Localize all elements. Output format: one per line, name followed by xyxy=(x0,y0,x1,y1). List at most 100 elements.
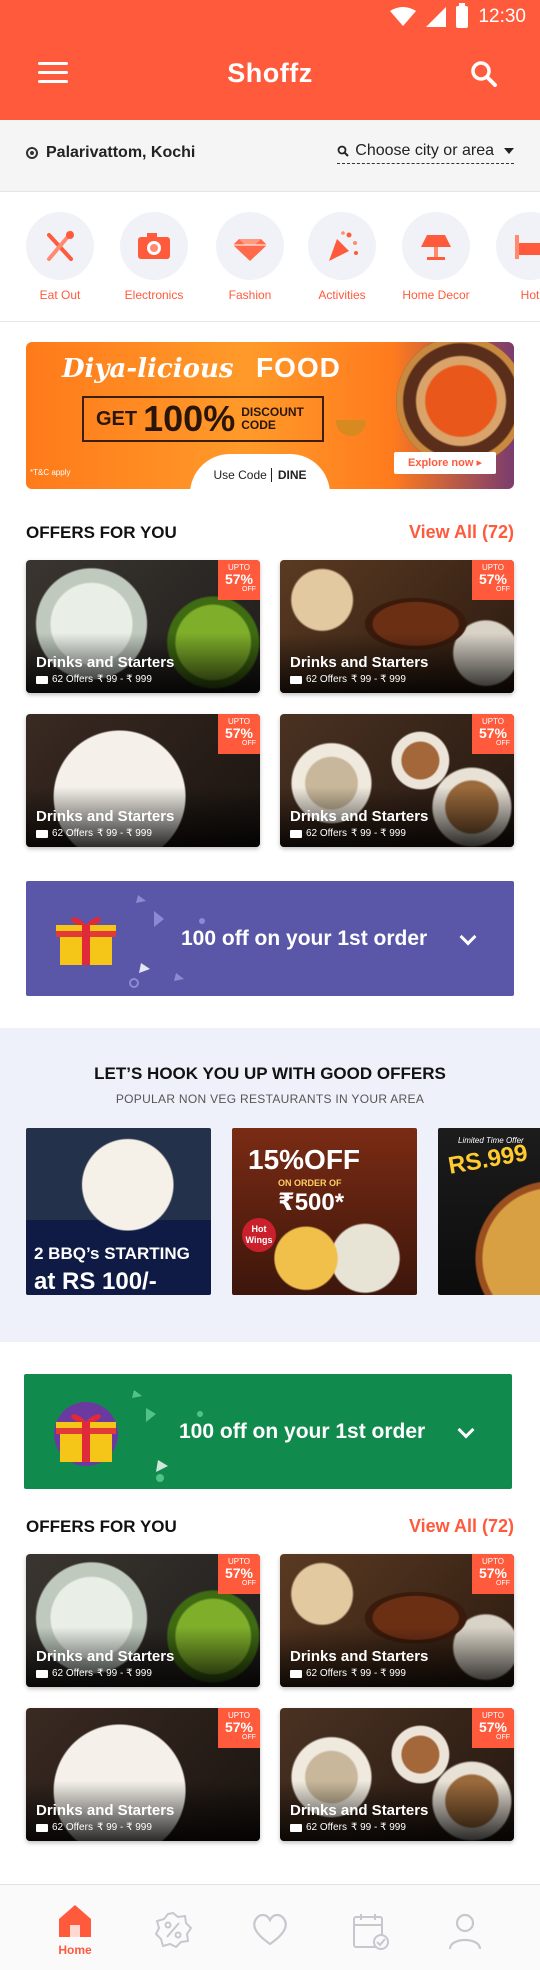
food-plate-image xyxy=(396,342,514,466)
category-label: Eat Out xyxy=(39,288,81,302)
discount-tag-percent: 57% xyxy=(224,725,254,741)
first-order-banner[interactable]: 100 off on your 1st order xyxy=(26,881,514,996)
category-home-decor[interactable]: Home Decor xyxy=(396,212,476,302)
pizza-price: RS.999 xyxy=(446,1139,530,1180)
first-order-banner[interactable]: 100 off on your 1st order xyxy=(24,1374,512,1489)
bbq-line1: 2 BBQ’s STARTING xyxy=(34,1244,190,1263)
app-header: 12:30 Shoffz xyxy=(0,0,540,120)
category-eat-out[interactable]: Eat Out xyxy=(20,212,100,302)
current-location[interactable]: Palarivattom, Kochi xyxy=(26,144,195,162)
hotwings-percent: 15%OFF xyxy=(248,1144,361,1175)
calendar-check-icon xyxy=(353,1914,389,1950)
ticket-icon xyxy=(290,675,302,684)
offer-price-range: ₹ 99 - ₹ 999 xyxy=(350,674,406,685)
discount-tag-percent: 57% xyxy=(224,571,254,587)
offer-price-range: ₹ 99 - ₹ 999 xyxy=(96,1822,152,1833)
discount-tag: UPTO 57% OFF xyxy=(472,560,514,600)
hotwings-logo-line1: Hot xyxy=(251,1224,267,1234)
offer-card[interactable]: UPTO 57% OFF Drinks and Starters 62 Offers ₹ … xyxy=(26,560,260,693)
current-location-label: Palarivattom, Kochi xyxy=(46,144,196,161)
category-label: Electronics xyxy=(124,288,184,302)
location-pin-icon xyxy=(26,147,38,159)
offer-count: 62 Offers xyxy=(52,1822,93,1833)
hook-subtitle: POPULAR NON VEG RESTAURANTS IN YOUR AREA xyxy=(115,1092,425,1106)
view-all-link[interactable]: View All (72) xyxy=(409,1516,514,1537)
fork-knife-icon xyxy=(47,231,74,261)
ticket-icon xyxy=(36,1823,48,1832)
nav-profile[interactable] xyxy=(440,1911,490,1951)
discount-tag-off: OFF xyxy=(242,586,256,593)
offer-card[interactable]: UPTO 57% OFF Drinks and Starters 62 Offers ₹ … xyxy=(26,1554,260,1687)
offer-price-range: ₹ 99 - ₹ 999 xyxy=(350,1822,406,1833)
offers-section-header: OFFERS FOR YOU View All (72) xyxy=(26,522,514,543)
nav-home[interactable]: Home xyxy=(50,1903,100,1957)
use-code-label: Use Code xyxy=(213,468,267,482)
discount-tag: UPTO 57% OFF xyxy=(218,1554,260,1594)
offer-count: 62 Offers xyxy=(52,674,93,685)
discount-tag-percent: 57% xyxy=(478,1565,508,1581)
offer-name: Drinks and Starters xyxy=(290,1802,429,1819)
ticket-icon xyxy=(36,675,48,684)
location-bar: Palarivattom, Kochi Choose city or area xyxy=(0,120,540,192)
discount-tag: UPTO 57% OFF xyxy=(218,1708,260,1748)
explore-now-button[interactable]: Explore now ▸ xyxy=(394,452,496,474)
first-order-text: 100 off on your 1st order xyxy=(181,927,428,950)
offers-section-header: OFFERS FOR YOU View All (72) xyxy=(26,1516,514,1537)
promo-title: Diya-licious xyxy=(62,354,234,384)
category-strip: Eat Out Electronics Fashion Activities H… xyxy=(0,192,540,322)
discount-tag-off: OFF xyxy=(496,586,510,593)
category-label: Home Decor xyxy=(402,288,470,302)
nav-home-label: Home xyxy=(58,1943,92,1957)
city-area-picker[interactable]: Choose city or area xyxy=(337,142,514,164)
promo-food-label: FOOD xyxy=(256,352,341,383)
hotwings-logo: Hot Wings xyxy=(242,1218,276,1252)
offer-count: 62 Offers xyxy=(306,1668,347,1679)
restaurant-offer-text: 2 BBQ’s STARTING at RS 100/- xyxy=(34,1240,190,1295)
discount-tag-percent: 57% xyxy=(224,1565,254,1581)
discount-tag: UPTO 57% OFF xyxy=(218,560,260,600)
nav-bookings[interactable] xyxy=(345,1911,395,1951)
promo-discount-line2: CODE xyxy=(241,418,276,432)
promo-get: GET xyxy=(96,407,138,430)
user-icon xyxy=(448,1913,482,1950)
search-icon[interactable] xyxy=(470,60,498,88)
status-bar: 12:30 xyxy=(390,3,526,28)
offer-meta: 62 Offers ₹ 99 - ₹ 999 xyxy=(36,1668,152,1679)
promo-banner[interactable]: Diya-licious FOOD GET 100% DISCOUNT CODE… xyxy=(26,342,514,489)
terms-note: *T&C apply xyxy=(30,468,71,477)
nav-offers[interactable] xyxy=(148,1911,198,1949)
discount-tag-percent: 57% xyxy=(478,725,508,741)
offer-card[interactable]: UPTO 57% OFF Drinks and Starters 62 Offers ₹ … xyxy=(280,1554,514,1687)
diamond-icon xyxy=(233,239,267,261)
promo-use-code: Use Code DINE xyxy=(190,454,330,489)
city-area-picker-label: Choose city or area xyxy=(355,142,494,159)
hook-offers-section: LET’S HOOK YOU UP WITH GOOD OFFERS POPUL… xyxy=(0,1028,540,1342)
party-popper-icon xyxy=(329,231,358,261)
badge-percent-icon xyxy=(154,1911,192,1949)
status-time: 12:30 xyxy=(478,6,526,27)
restaurant-offer-card[interactable]: 15%OFF ON ORDER OF ₹500* Hot Wings xyxy=(232,1128,417,1295)
category-fashion[interactable]: Fashion xyxy=(210,212,290,302)
nav-favorites[interactable] xyxy=(245,1911,295,1947)
category-hotels[interactable]: Hot xyxy=(490,212,540,302)
category-activities[interactable]: Activities xyxy=(302,212,382,302)
gift-icon xyxy=(56,1414,116,1462)
restaurant-offer-card[interactable]: 2 BBQ’s STARTING at RS 100/- xyxy=(26,1128,211,1295)
offer-card[interactable]: UPTO 57% OFF Drinks and Starters 62 Offers ₹ … xyxy=(26,714,260,847)
offer-card[interactable]: UPTO 57% OFF Drinks and Starters 62 Offers ₹ … xyxy=(280,560,514,693)
discount-tag-off: OFF xyxy=(496,740,510,747)
category-electronics[interactable]: Electronics xyxy=(114,212,194,302)
view-all-link[interactable]: View All (72) xyxy=(409,522,514,543)
restaurant-offer-card[interactable]: Limited Time Offer RS.999 xyxy=(438,1128,540,1295)
ticket-icon xyxy=(290,829,302,838)
discount-tag-percent: 57% xyxy=(478,1719,508,1735)
ticket-icon xyxy=(36,1669,48,1678)
section-title: OFFERS FOR YOU xyxy=(26,1516,177,1536)
offer-card[interactable]: UPTO 57% OFF Drinks and Starters 62 Offers ₹ … xyxy=(280,1708,514,1841)
offer-card[interactable]: UPTO 57% OFF Drinks and Starters 62 Offers ₹ … xyxy=(280,714,514,847)
offer-card[interactable]: UPTO 57% OFF Drinks and Starters 62 Offers ₹ … xyxy=(26,1708,260,1841)
offer-meta: 62 Offers ₹ 99 - ₹ 999 xyxy=(290,828,406,839)
offer-meta: 62 Offers ₹ 99 - ₹ 999 xyxy=(290,674,406,685)
discount-tag: UPTO 57% OFF xyxy=(472,1708,514,1748)
hotwings-logo-line2: Wings xyxy=(245,1235,273,1245)
